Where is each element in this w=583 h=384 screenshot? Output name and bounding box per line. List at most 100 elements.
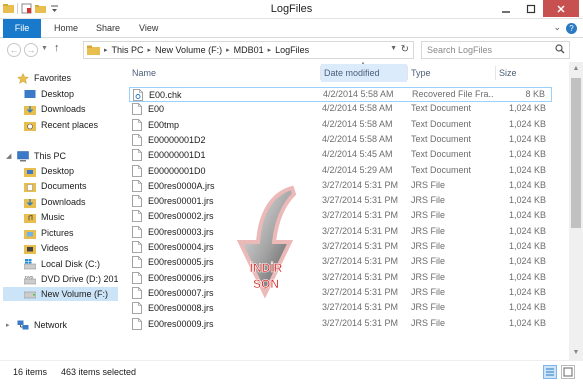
scroll-down-chevron-icon[interactable]: ▼ [569, 346, 583, 360]
file-size: 1,024 KB [508, 133, 546, 144]
file-row[interactable]: E00000001D2 4/2/2014 5:58 AM Text Document… [129, 133, 552, 148]
file-row[interactable]: E00res00006.jrs 3/27/2014 5:31 PM JRS File… [129, 271, 552, 286]
file-row[interactable]: E00res00003.jrs 3/27/2014 5:31 PM JRS File… [129, 225, 552, 240]
file-row[interactable]: E00res00001.jrs 3/27/2014 5:31 PM JRS File… [129, 194, 552, 209]
up-arrow-icon[interactable]: ↑ [54, 42, 60, 54]
search-input[interactable]: Search LogFiles [421, 41, 570, 59]
document-icon [132, 179, 142, 192]
file-row[interactable]: E00000001D0 4/2/2014 5:29 AM Text Document… [129, 164, 552, 179]
column-header-name[interactable]: Name [132, 64, 320, 82]
documents-folder-icon [24, 182, 36, 192]
file-row[interactable]: E00res00007.jrs 3/27/2014 5:31 PM JRS File… [129, 286, 552, 301]
breadcrumb-chevron-icon[interactable]: ▸ [148, 46, 152, 54]
file-row[interactable]: E00 4/2/2014 5:58 AM Text Document 1,024 KB [129, 102, 552, 117]
file-type: Text Document [411, 103, 472, 114]
file-row[interactable]: E00res0000A.jrs 3/27/2014 5:31 PM JRS File… [129, 179, 552, 194]
maximize-button[interactable] [518, 0, 543, 17]
file-row[interactable]: E00res00008.jrs 3/27/2014 5:31 PM JRS File… [129, 301, 552, 316]
file-type: JRS File [411, 210, 446, 221]
breadcrumb-chevron-icon[interactable]: ▸ [268, 46, 272, 54]
file-date: 4/2/2014 5:58 AM [322, 133, 393, 144]
file-type: JRS File [411, 286, 446, 297]
breadcrumb-new-volume[interactable]: New Volume (F:) [155, 45, 222, 55]
nav-favorites-downloads[interactable]: Downloads [24, 102, 86, 116]
file-date: 4/2/2014 5:58 AM [322, 118, 393, 129]
ribbon: File Home Share View ⌄ ? [0, 19, 583, 38]
file-name: E00000001D2 [148, 134, 206, 145]
file-name: E00tmp [148, 119, 180, 130]
breadcrumb-chevron-icon[interactable]: ▸ [104, 46, 108, 54]
nav-this-pc[interactable]: This PC [17, 149, 66, 163]
recent-locations-chevron-icon[interactable]: ▼ [41, 45, 48, 52]
back-button[interactable]: ← [7, 43, 21, 57]
file-row[interactable]: E00res00002.jrs 3/27/2014 5:31 PM JRS File… [129, 209, 552, 224]
tab-home[interactable]: Home [54, 19, 78, 38]
svg-text:DVD: DVD [25, 274, 34, 279]
expand-this-pc-chevron-icon[interactable]: ◢ [6, 152, 11, 160]
file-size: 1,024 KB [508, 179, 546, 190]
column-divider[interactable] [495, 66, 496, 80]
column-divider[interactable] [407, 66, 408, 80]
minimize-button[interactable] [493, 0, 518, 17]
file-row[interactable]: E00000001D1 4/2/2014 5:45 AM Text Document… [129, 148, 552, 163]
nav-favorites[interactable]: Favorites [17, 71, 71, 85]
desktop-folder-icon [24, 167, 36, 177]
address-history-chevron-icon[interactable]: ▼ [390, 45, 397, 52]
nav-network[interactable]: Network [17, 318, 67, 332]
nav-this-pc-videos[interactable]: Videos [24, 241, 68, 255]
column-header-size[interactable]: Size [499, 64, 549, 82]
column-header-type[interactable]: Type [411, 64, 495, 82]
breadcrumb-mdb01[interactable]: MDB01 [234, 45, 264, 55]
nav-this-pc-local-disk[interactable]: Local Disk (C:) [24, 257, 100, 271]
address-bar[interactable]: ▸ This PC ▸ New Volume (F:) ▸ MDB01 ▸ Lo… [83, 41, 414, 59]
refresh-icon[interactable]: ↻ [401, 44, 409, 55]
file-name: E00res00003.jrs [148, 226, 214, 237]
file-row[interactable]: E00res00009.jrs 3/27/2014 5:31 PM JRS File… [129, 317, 552, 332]
expand-ribbon-icon[interactable]: ⌄ [553, 22, 561, 33]
file-row[interactable]: E00tmp 4/2/2014 5:58 AM Text Document 1,024… [129, 118, 552, 133]
file-name-cell: E00000001D2 [132, 133, 206, 146]
tab-share[interactable]: Share [96, 19, 120, 38]
file-type: JRS File [411, 302, 446, 313]
tab-file[interactable]: File [3, 19, 41, 38]
file-name: E00res00002.jrs [148, 211, 214, 222]
tab-view[interactable]: View [139, 19, 158, 38]
file-row[interactable]: E00.chk 4/2/2014 5:58 AM Recovered File Fr… [129, 87, 552, 102]
nav-this-pc-pictures[interactable]: Pictures [24, 226, 74, 240]
help-icon[interactable]: ? [566, 23, 577, 34]
computer-icon [17, 150, 29, 161]
file-name: E00.chk [149, 90, 182, 100]
nav-this-pc-label: This PC [34, 151, 67, 161]
close-icon [557, 4, 565, 13]
file-size: 1,024 KB [508, 195, 546, 206]
nav-favorites-recent-places[interactable]: Recent places [24, 118, 98, 132]
file-row[interactable]: E00res00004.jrs 3/27/2014 5:31 PM JRS File… [129, 240, 552, 255]
file-type: Text Document [411, 164, 472, 175]
breadcrumb-this-pc[interactable]: This PC [112, 45, 144, 55]
document-icon [132, 133, 142, 146]
scrollbar-thumb[interactable] [571, 78, 581, 228]
document-icon [132, 317, 142, 330]
large-icons-view-button[interactable] [561, 365, 575, 379]
nav-this-pc-desktop[interactable]: Desktop [24, 164, 74, 178]
breadcrumb-chevron-icon[interactable]: ▸ [226, 46, 230, 54]
breadcrumb-logfiles[interactable]: LogFiles [275, 45, 309, 55]
nav-favorites-desktop[interactable]: Desktop [24, 87, 74, 101]
status-bar: 16 items 463 items selected [0, 360, 583, 384]
nav-this-pc-dvd-drive[interactable]: DVD DVD Drive (D:) 20139 [24, 272, 118, 286]
close-button[interactable] [543, 0, 579, 17]
nav-this-pc-downloads[interactable]: Downloads [24, 195, 86, 209]
scroll-up-chevron-icon[interactable]: ▲ [569, 62, 583, 76]
file-size: 1,024 KB [508, 317, 546, 328]
document-icon [132, 164, 142, 177]
vertical-scrollbar[interactable]: ▲ ▼ [569, 62, 583, 360]
file-row[interactable]: E00res00005.jrs 3/27/2014 5:31 PM JRS File… [129, 255, 552, 270]
expand-network-chevron-icon[interactable]: ▸ [6, 321, 10, 329]
nav-this-pc-music[interactable]: Music [24, 210, 65, 224]
nav-this-pc-new-volume[interactable]: New Volume (F:) [3, 287, 118, 301]
forward-button[interactable]: → [24, 43, 38, 57]
nav-this-pc-documents[interactable]: Documents [24, 179, 87, 193]
column-header-date-modified[interactable]: Date modified [321, 64, 407, 82]
details-view-button[interactable] [543, 365, 557, 379]
music-folder-icon [24, 213, 36, 223]
